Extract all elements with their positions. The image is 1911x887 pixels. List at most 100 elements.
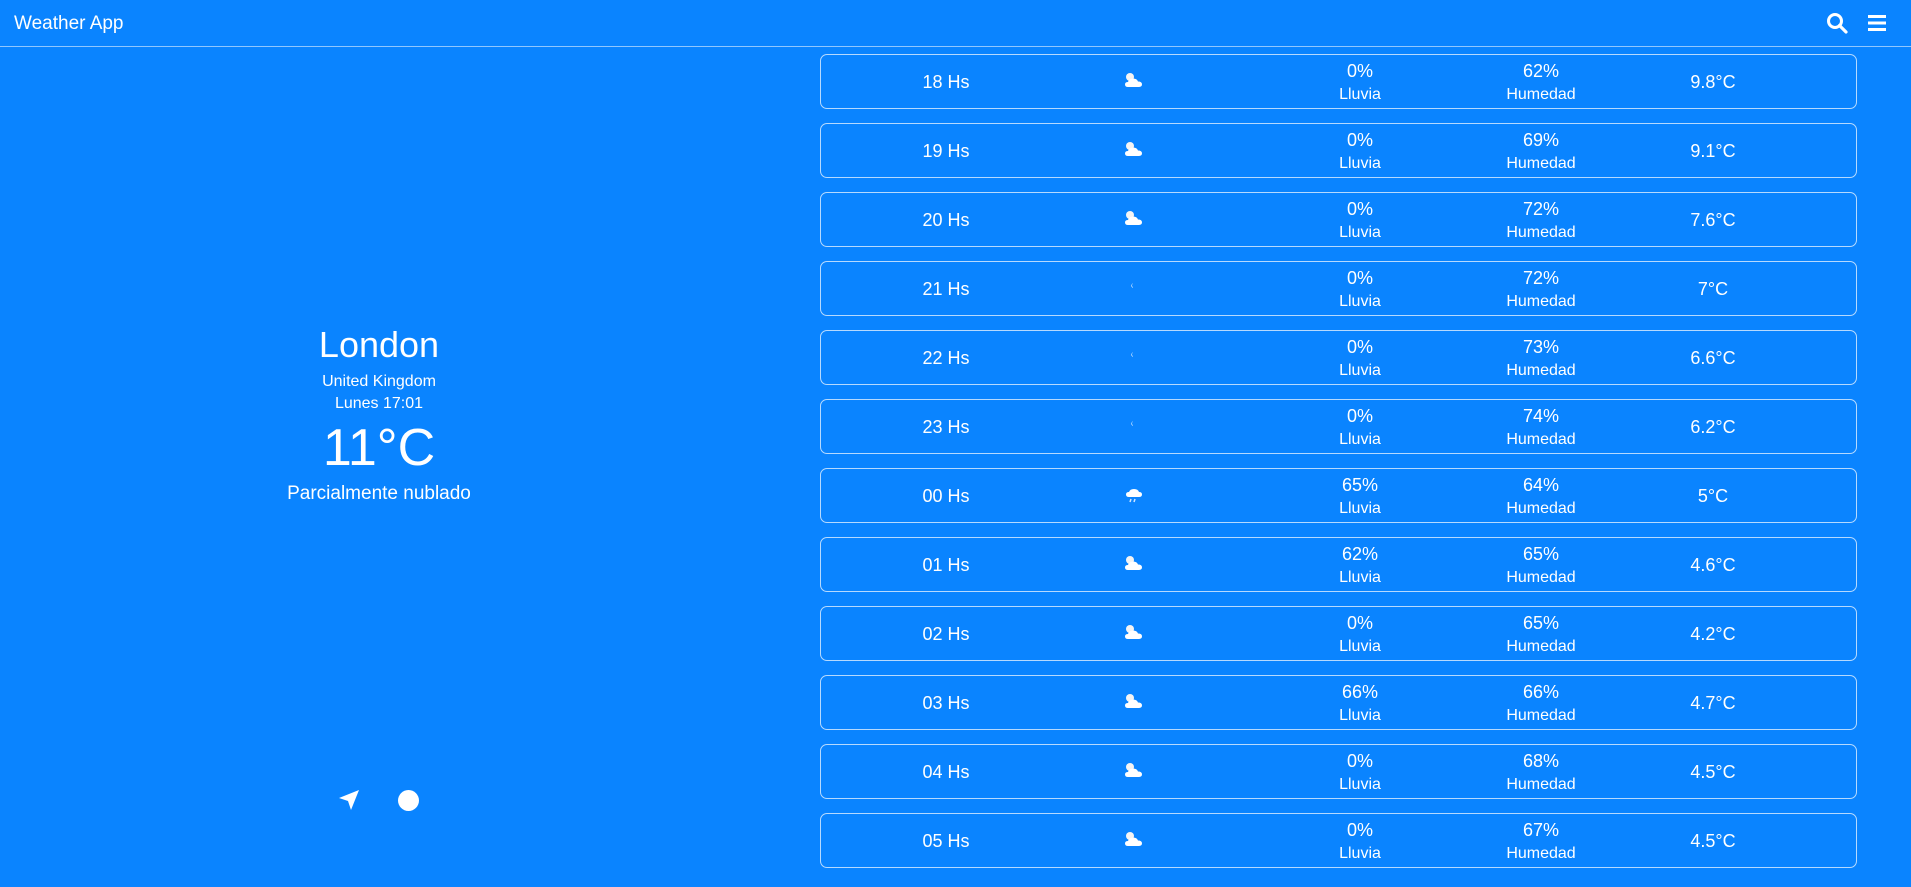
forecast-temperature: 4.5°C	[1690, 762, 1736, 782]
humidity-label: Humedad	[1506, 776, 1576, 793]
rain-value: 65%	[1341, 475, 1379, 495]
app-title: Weather App	[14, 13, 124, 34]
menu-icon[interactable]	[1866, 12, 1888, 34]
rain-block: 0% Lluvia	[1290, 60, 1430, 105]
humidity-block: 72% Humedad	[1471, 198, 1611, 243]
rain-label: Lluvia	[1339, 845, 1381, 862]
rain-label: Lluvia	[1339, 431, 1381, 448]
forecast-temperature: 5°C	[1697, 486, 1729, 506]
rain-label: Lluvia	[1339, 569, 1381, 586]
humidity-label: Humedad	[1506, 638, 1576, 655]
forecast-row: 03 Hs 66% Lluvia 66% Humedad 4.7°C	[820, 675, 1857, 730]
rain-block: 0% Lluvia	[1290, 750, 1430, 795]
rain-value: 0%	[1346, 751, 1373, 771]
humidity-block: 69% Humedad	[1471, 129, 1611, 174]
forecast-hour: 22 Hs	[922, 348, 970, 368]
current-datetime: Lunes 17:01	[334, 395, 424, 412]
rain-label: Lluvia	[1339, 500, 1381, 517]
rain-block: 0% Lluvia	[1290, 612, 1430, 657]
forecast-hour: 18 Hs	[922, 72, 970, 92]
partly-cloudy-icon	[1121, 759, 1147, 781]
rain-block: 65% Lluvia	[1290, 474, 1430, 519]
forecast-temperature: 9.8°C	[1690, 72, 1736, 92]
circle-icon[interactable]	[398, 790, 419, 811]
forecast-temperature: 9.1°C	[1690, 141, 1736, 161]
humidity-value: 72%	[1522, 268, 1560, 288]
humidity-value: 72%	[1522, 199, 1560, 219]
forecast-temperature: 4.7°C	[1690, 693, 1736, 713]
humidity-value: 65%	[1522, 544, 1560, 564]
partly-cloudy-icon	[1121, 69, 1147, 91]
rain-block: 0% Lluvia	[1290, 129, 1430, 174]
humidity-value: 73%	[1522, 337, 1560, 357]
humidity-label: Humedad	[1506, 431, 1576, 448]
rain-value: 0%	[1346, 268, 1373, 288]
partly-cloudy-icon	[1121, 621, 1147, 643]
humidity-value: 64%	[1522, 475, 1560, 495]
partly-cloudy-icon	[1121, 207, 1147, 229]
humidity-label: Humedad	[1506, 707, 1576, 724]
forecast-row: 04 Hs 0% Lluvia 68% Humedad 4.5°C	[820, 744, 1857, 799]
forecast-hour: 00 Hs	[922, 486, 970, 506]
rain-block: 0% Lluvia	[1290, 405, 1430, 450]
rain-value: 0%	[1346, 199, 1373, 219]
humidity-block: 65% Humedad	[1471, 543, 1611, 588]
forecast-row: 23 Hs 0% Lluvia 74% Humedad 6.2°C	[820, 399, 1857, 454]
location-arrow-icon[interactable]	[337, 788, 361, 812]
humidity-label: Humedad	[1506, 293, 1576, 310]
forecast-hour: 03 Hs	[922, 693, 970, 713]
forecast-temperature: 6.6°C	[1690, 348, 1736, 368]
humidity-block: 67% Humedad	[1471, 819, 1611, 864]
forecast-hour: 04 Hs	[922, 762, 970, 782]
humidity-block: 65% Humedad	[1471, 612, 1611, 657]
forecast-hour: 19 Hs	[922, 141, 970, 161]
humidity-block: 73% Humedad	[1471, 336, 1611, 381]
partly-cloudy-icon	[1121, 552, 1147, 574]
light-rain-icon	[1121, 483, 1147, 505]
rain-value: 66%	[1341, 682, 1379, 702]
humidity-label: Humedad	[1506, 569, 1576, 586]
rain-value: 0%	[1346, 61, 1373, 81]
forecast-hour: 01 Hs	[922, 555, 970, 575]
forecast-row: 20 Hs 0% Lluvia 72% Humedad 7.6°C	[820, 192, 1857, 247]
forecast-temperature: 4.6°C	[1690, 555, 1736, 575]
partly-cloudy-icon	[1121, 138, 1147, 160]
humidity-value: 66%	[1522, 682, 1560, 702]
rain-block: 66% Lluvia	[1290, 681, 1430, 726]
humidity-label: Humedad	[1506, 86, 1576, 103]
rain-block: 0% Lluvia	[1290, 198, 1430, 243]
city-name: London	[318, 324, 440, 365]
humidity-value: 62%	[1522, 61, 1560, 81]
humidity-value: 69%	[1522, 130, 1560, 150]
current-condition: Parcialmente nublado	[287, 483, 471, 504]
forecast-row: 02 Hs 0% Lluvia 65% Humedad 4.2°C	[820, 606, 1857, 661]
clear-night-icon	[1121, 345, 1147, 367]
forecast-hour: 02 Hs	[922, 624, 970, 644]
forecast-row: 05 Hs 0% Lluvia 67% Humedad 4.5°C	[820, 813, 1857, 868]
humidity-value: 67%	[1522, 820, 1560, 840]
forecast-temperature: 7°C	[1697, 279, 1729, 299]
rain-value: 0%	[1346, 406, 1373, 426]
clear-night-icon	[1121, 414, 1147, 436]
humidity-block: 74% Humedad	[1471, 405, 1611, 450]
humidity-value: 68%	[1522, 751, 1560, 771]
forecast-row: 19 Hs 0% Lluvia 69% Humedad 9.1°C	[820, 123, 1857, 178]
search-icon[interactable]	[1826, 12, 1848, 34]
rain-label: Lluvia	[1339, 86, 1381, 103]
forecast-temperature: 7.6°C	[1690, 210, 1736, 230]
rain-label: Lluvia	[1339, 155, 1381, 172]
humidity-value: 65%	[1522, 613, 1560, 633]
clear-night-icon	[1121, 276, 1147, 298]
humidity-label: Humedad	[1506, 224, 1576, 241]
forecast-temperature: 4.2°C	[1690, 624, 1736, 644]
humidity-block: 68% Humedad	[1471, 750, 1611, 795]
rain-block: 62% Lluvia	[1290, 543, 1430, 588]
humidity-label: Humedad	[1506, 362, 1576, 379]
rain-value: 0%	[1346, 613, 1373, 633]
forecast-temperature: 4.5°C	[1690, 831, 1736, 851]
forecast-hour: 20 Hs	[922, 210, 970, 230]
humidity-label: Humedad	[1506, 155, 1576, 172]
forecast-row: 00 Hs 65% Lluvia 64% Humedad 5°C	[820, 468, 1857, 523]
forecast-hour: 23 Hs	[922, 417, 970, 437]
humidity-value: 74%	[1522, 406, 1560, 426]
